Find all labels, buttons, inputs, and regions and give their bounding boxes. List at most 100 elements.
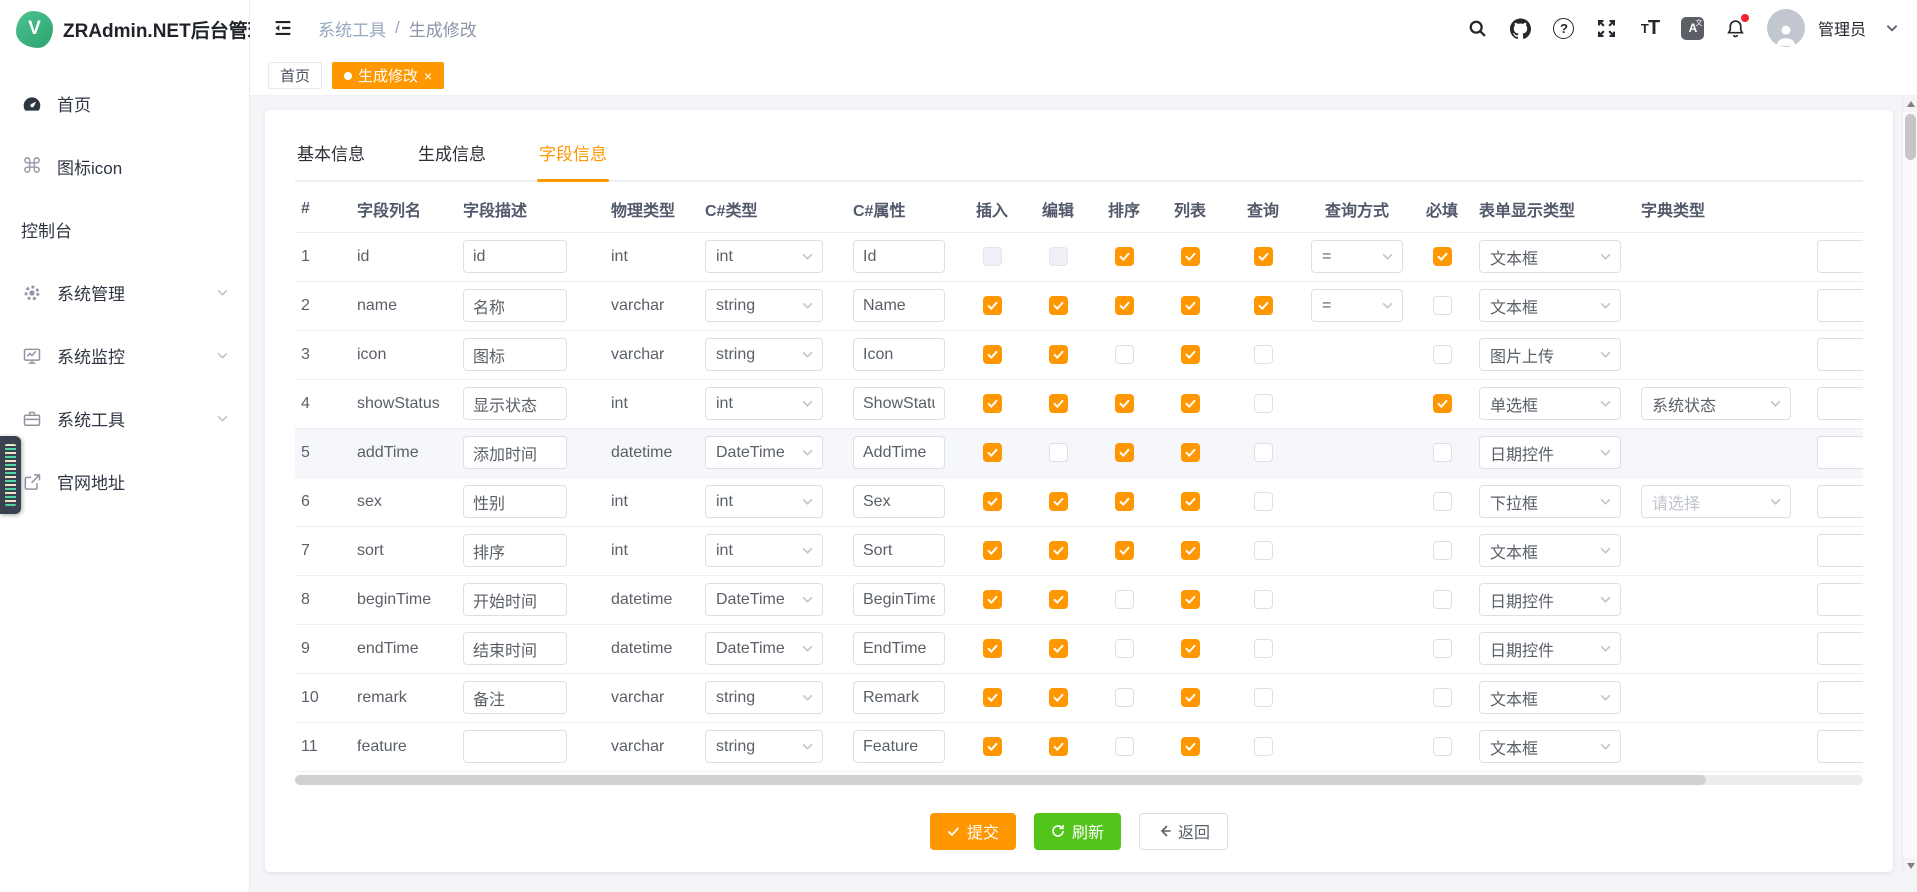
tab-generate-info[interactable]: 生成信息 bbox=[416, 130, 488, 180]
sort-checkbox[interactable] bbox=[1115, 296, 1134, 315]
search-icon[interactable] bbox=[1466, 16, 1490, 40]
submit-button[interactable]: 提交 bbox=[930, 813, 1016, 850]
cs-type-select[interactable]: string bbox=[705, 730, 823, 763]
required-checkbox[interactable] bbox=[1433, 394, 1452, 413]
list-checkbox[interactable] bbox=[1181, 247, 1200, 266]
edit-checkbox[interactable] bbox=[1049, 492, 1068, 511]
insert-checkbox[interactable] bbox=[983, 639, 1002, 658]
insert-checkbox[interactable] bbox=[983, 492, 1002, 511]
vertical-scrollbar-thumb[interactable] bbox=[1905, 114, 1916, 160]
cs-attr-input[interactable] bbox=[853, 681, 945, 714]
list-checkbox[interactable] bbox=[1181, 541, 1200, 560]
sort-checkbox[interactable] bbox=[1115, 688, 1134, 707]
cs-attr-input[interactable] bbox=[853, 387, 945, 420]
column-desc-input[interactable] bbox=[463, 534, 567, 567]
dict-type-select[interactable]: 请选择 bbox=[1641, 485, 1791, 518]
extra-input[interactable] bbox=[1817, 387, 1863, 420]
sidebar-item-system-tools[interactable]: 系统工具 bbox=[0, 387, 249, 450]
notification-bell-icon[interactable] bbox=[1724, 16, 1748, 40]
query-checkbox[interactable] bbox=[1254, 639, 1273, 658]
avatar[interactable] bbox=[1767, 9, 1805, 47]
required-checkbox[interactable] bbox=[1433, 443, 1452, 462]
back-button[interactable]: 返回 bbox=[1139, 813, 1228, 850]
sidebar-collapse-icon[interactable] bbox=[270, 15, 296, 41]
translate-icon[interactable]: A文 bbox=[1681, 16, 1705, 40]
insert-checkbox[interactable] bbox=[983, 394, 1002, 413]
query-checkbox[interactable] bbox=[1254, 345, 1273, 364]
form-type-select[interactable]: 日期控件 bbox=[1479, 436, 1621, 469]
insert-checkbox[interactable] bbox=[983, 247, 1002, 266]
cs-type-select[interactable]: string bbox=[705, 681, 823, 714]
tag-home[interactable]: 首页 bbox=[268, 62, 322, 89]
debug-console-handle[interactable] bbox=[0, 436, 21, 514]
cs-attr-input[interactable] bbox=[853, 583, 945, 616]
cs-type-select[interactable]: int bbox=[705, 485, 823, 518]
query-mode-select[interactable]: = bbox=[1311, 240, 1403, 273]
edit-checkbox[interactable] bbox=[1049, 541, 1068, 560]
list-checkbox[interactable] bbox=[1181, 639, 1200, 658]
help-icon[interactable]: ? bbox=[1552, 16, 1576, 40]
edit-checkbox[interactable] bbox=[1049, 345, 1068, 364]
column-desc-input[interactable] bbox=[463, 583, 567, 616]
query-checkbox[interactable] bbox=[1254, 688, 1273, 707]
query-checkbox[interactable] bbox=[1254, 590, 1273, 609]
insert-checkbox[interactable] bbox=[983, 688, 1002, 707]
cs-type-select[interactable]: string bbox=[705, 289, 823, 322]
sort-checkbox[interactable] bbox=[1115, 590, 1134, 609]
query-checkbox[interactable] bbox=[1254, 247, 1273, 266]
edit-checkbox[interactable] bbox=[1049, 443, 1068, 462]
user-name[interactable]: 管理员 bbox=[1818, 16, 1866, 40]
extra-input[interactable] bbox=[1817, 338, 1863, 371]
form-type-select[interactable]: 日期控件 bbox=[1479, 632, 1621, 665]
required-checkbox[interactable] bbox=[1433, 590, 1452, 609]
required-checkbox[interactable] bbox=[1433, 296, 1452, 315]
extra-input[interactable] bbox=[1817, 240, 1863, 273]
query-checkbox[interactable] bbox=[1254, 443, 1273, 462]
form-type-select[interactable]: 下拉框 bbox=[1479, 485, 1621, 518]
extra-input[interactable] bbox=[1817, 485, 1863, 518]
required-checkbox[interactable] bbox=[1433, 345, 1452, 364]
tab-field-info[interactable]: 字段信息 bbox=[537, 130, 609, 180]
app-logo[interactable]: V ZRAdmin.NET后台管理 bbox=[0, 0, 249, 58]
required-checkbox[interactable] bbox=[1433, 639, 1452, 658]
insert-checkbox[interactable] bbox=[983, 541, 1002, 560]
user-menu-chevron-icon[interactable] bbox=[1885, 21, 1899, 35]
column-desc-input[interactable] bbox=[463, 436, 567, 469]
edit-checkbox[interactable] bbox=[1049, 247, 1068, 266]
github-icon[interactable] bbox=[1509, 16, 1533, 40]
cs-type-select[interactable]: int bbox=[705, 387, 823, 420]
insert-checkbox[interactable] bbox=[983, 296, 1002, 315]
tag-active-page[interactable]: 生成修改 × bbox=[332, 62, 444, 89]
list-checkbox[interactable] bbox=[1181, 394, 1200, 413]
list-checkbox[interactable] bbox=[1181, 296, 1200, 315]
list-checkbox[interactable] bbox=[1181, 737, 1200, 756]
sort-checkbox[interactable] bbox=[1115, 492, 1134, 511]
cs-attr-input[interactable] bbox=[853, 240, 945, 273]
column-desc-input[interactable] bbox=[463, 240, 567, 273]
insert-checkbox[interactable] bbox=[983, 737, 1002, 756]
sort-checkbox[interactable] bbox=[1115, 394, 1134, 413]
insert-checkbox[interactable] bbox=[983, 443, 1002, 462]
extra-input[interactable] bbox=[1817, 436, 1863, 469]
horizontal-scrollbar-thumb[interactable] bbox=[295, 775, 1706, 785]
list-checkbox[interactable] bbox=[1181, 492, 1200, 511]
tab-basic-info[interactable]: 基本信息 bbox=[295, 130, 367, 180]
scroll-up-arrow[interactable] bbox=[1903, 96, 1917, 112]
cs-attr-input[interactable] bbox=[853, 436, 945, 469]
sidebar-item-icons[interactable]: ⌘ 图标icon bbox=[0, 135, 249, 198]
form-type-select[interactable]: 文本框 bbox=[1479, 534, 1621, 567]
list-checkbox[interactable] bbox=[1181, 590, 1200, 609]
cs-type-select[interactable]: DateTime bbox=[705, 436, 823, 469]
required-checkbox[interactable] bbox=[1433, 247, 1452, 266]
query-checkbox[interactable] bbox=[1254, 541, 1273, 560]
list-checkbox[interactable] bbox=[1181, 345, 1200, 364]
query-checkbox[interactable] bbox=[1254, 737, 1273, 756]
form-type-select[interactable]: 文本框 bbox=[1479, 240, 1621, 273]
cs-type-select[interactable]: string bbox=[705, 338, 823, 371]
sidebar-item-system-management[interactable]: 系统管理 bbox=[0, 261, 249, 324]
cs-attr-input[interactable] bbox=[853, 730, 945, 763]
dict-type-select[interactable]: 系统状态 bbox=[1641, 387, 1791, 420]
refresh-button[interactable]: 刷新 bbox=[1034, 813, 1121, 850]
cs-attr-input[interactable] bbox=[853, 534, 945, 567]
sidebar-item-official-site[interactable]: 官网地址 bbox=[0, 450, 249, 513]
